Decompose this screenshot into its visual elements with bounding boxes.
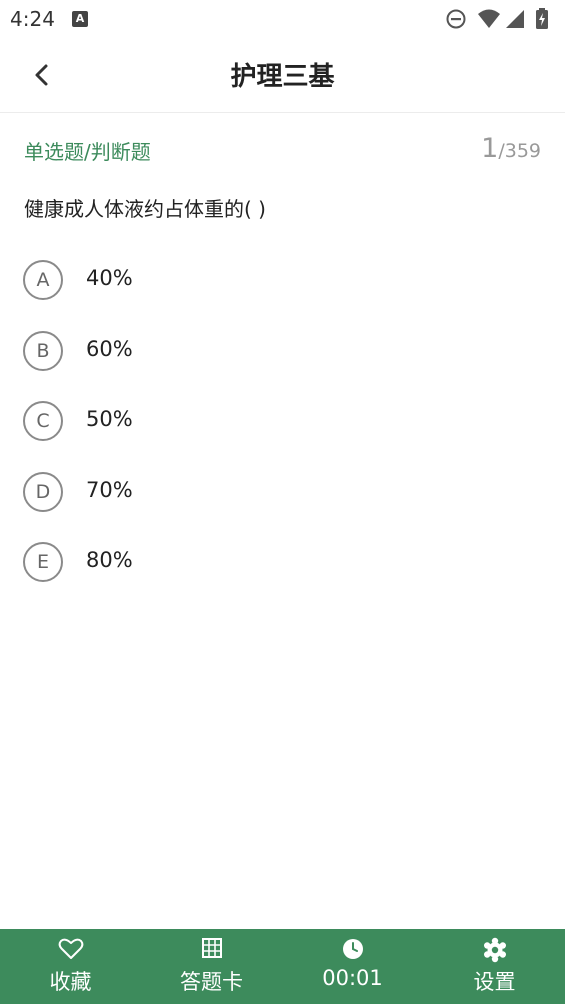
option-a[interactable]: A 40% [23, 258, 543, 302]
option-b[interactable]: B 60% [23, 329, 543, 373]
option-text: 80% [86, 548, 133, 572]
clock-icon [342, 939, 363, 959]
option-letter: A [23, 260, 63, 300]
battery-icon [536, 8, 548, 29]
heart-icon [58, 938, 83, 959]
question-total: /359 [498, 140, 541, 162]
bottom-bar: 收藏 答题卡 00:01 设置 [0, 929, 565, 1004]
option-text: 60% [86, 337, 133, 361]
option-c[interactable]: C 50% [23, 399, 543, 443]
settings-label: 设置 [473, 970, 516, 994]
option-text: 70% [86, 478, 133, 502]
favorite-button[interactable]: 收藏 [0, 929, 141, 1004]
status-icons [445, 8, 557, 30]
option-d[interactable]: D 70% [23, 470, 543, 514]
option-text: 40% [86, 266, 133, 290]
notification-icon: A [72, 11, 88, 27]
question-current: 1 [481, 133, 499, 164]
option-text: 50% [86, 407, 133, 431]
favorite-label: 收藏 [49, 970, 92, 994]
gear-icon [483, 937, 506, 963]
header: 护理三基 [0, 38, 565, 113]
option-e[interactable]: E 80% [23, 540, 543, 584]
question-counter: 1/359 [481, 133, 541, 164]
do-not-disturb-icon [446, 9, 466, 29]
page-title: 护理三基 [230, 62, 335, 92]
timer-label: 00:01 [322, 966, 383, 990]
option-letter: D [23, 472, 63, 512]
settings-button[interactable]: 设置 [424, 929, 565, 1004]
wifi-icon [478, 9, 500, 28]
answer-card-button[interactable]: 答题卡 [141, 929, 282, 1004]
option-letter: E [23, 542, 63, 582]
timer: 00:01 [282, 929, 423, 1004]
grid-icon [201, 938, 222, 958]
option-letter: B [23, 331, 63, 371]
question-type: 单选题/判断题 [24, 140, 151, 164]
answer-card-label: 答题卡 [180, 970, 243, 994]
option-letter: C [23, 401, 63, 441]
signal-icon [506, 10, 524, 28]
question-text: 健康成人体液约占体重的( ) [24, 197, 266, 221]
status-bar: 4:24 A [0, 0, 565, 38]
status-time: 4:24 [10, 7, 55, 31]
